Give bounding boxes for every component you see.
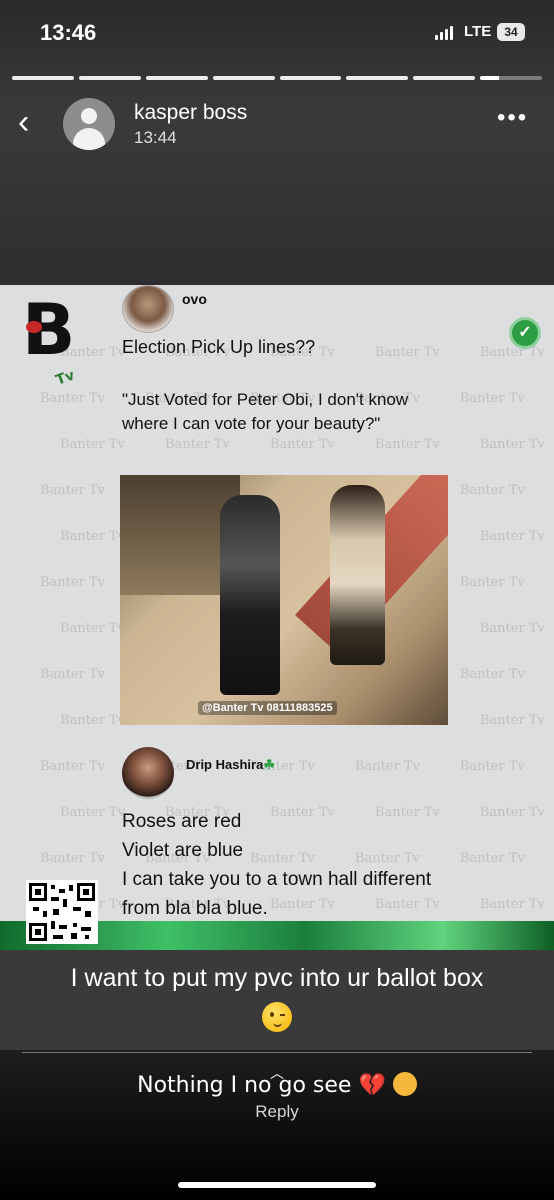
photo-caption: @Banter Tv 08111883525 <box>198 701 337 715</box>
story-progress-segment <box>78 76 141 80</box>
comment-line: from bla bla blue. <box>122 898 268 919</box>
watermark-text: Banter Tv <box>459 575 525 590</box>
story-caption-text: I want to put my pvc into ur ballot box <box>70 964 484 992</box>
back-chevron-icon[interactable]: ‹ <box>18 105 48 141</box>
battery-icon: 34 <box>497 23 525 41</box>
watermark-text: Banter Tv <box>60 529 125 544</box>
watermark-text: Banter Tv <box>269 437 335 452</box>
winking-face-icon <box>262 1002 292 1032</box>
chevron-up-icon[interactable]: ︿ <box>266 1066 288 1080</box>
emoji-eye-open <box>270 1012 274 1017</box>
avatar[interactable] <box>63 98 115 150</box>
emoji-mouth <box>273 1021 282 1027</box>
story-progress-segment <box>12 76 74 80</box>
watermark-text: Banter Tv <box>479 437 545 452</box>
story-progress-segment <box>346 76 409 80</box>
watermark-text: Banter Tv <box>60 437 125 452</box>
watermark-text: Banter Tv <box>374 345 440 360</box>
reply-message-text: Nothing I no go see <box>137 1073 352 1098</box>
logo-red-dot <box>26 321 42 333</box>
status-bar: 13:46 LTE 34 <box>0 0 554 70</box>
home-indicator[interactable] <box>178 1182 376 1188</box>
story-progress-bar <box>12 76 542 80</box>
watermark-text: Banter Tv <box>374 437 440 452</box>
more-options-icon[interactable]: ••• <box>497 106 528 130</box>
watermark-text: Banter Tv <box>164 437 230 452</box>
watermark-text: Banter Tv <box>479 713 545 728</box>
watermark-text: Banter Tv <box>354 759 420 774</box>
watermark-text: Banter Tv <box>479 621 545 636</box>
comment-text: Roses are red Violet are blue I can take y… <box>122 807 431 923</box>
watermark-text: Banter Tv <box>479 897 545 912</box>
watermark-text: Banter Tv <box>459 667 525 682</box>
watermark-row: Banter TvBanter TvBanter TvBanter TvBant… <box>40 759 554 774</box>
story-timestamp: 13:44 <box>134 128 177 147</box>
commenter-avatar <box>122 747 174 799</box>
comment-line: Roses are red <box>122 811 242 832</box>
battery-level: 34 <box>504 25 518 39</box>
story-username[interactable]: kasper boss <box>134 101 247 125</box>
clover-icon: ☘ <box>263 757 275 772</box>
story-progress-segment <box>480 76 542 80</box>
broken-heart-icon: 💔 <box>358 1073 386 1098</box>
commenter-name-text: Drip Hashira <box>186 757 264 772</box>
watermark-text: Banter Tv <box>40 575 105 590</box>
status-time: 13:46 <box>40 20 97 45</box>
banter-tv-logo: B Tv <box>22 293 82 389</box>
avatar-head-shape <box>81 108 97 124</box>
avatar-body-shape <box>73 128 105 150</box>
photo-woman <box>330 485 385 665</box>
watermark-text: Banter Tv <box>40 759 105 774</box>
watermark-text: Banter Tv <box>479 529 545 544</box>
watermark-text: Banter Tv <box>60 805 125 820</box>
comment-line: Violet are blue <box>122 840 244 861</box>
comment-line: I can take you to a town hall different <box>122 869 432 890</box>
watermark-row: Banter Tv Banter Tv Banter Tv Banter Tv Bant… <box>60 437 554 452</box>
watermark-text: Banter Tv <box>459 851 525 866</box>
watermark-text: Banter Tv <box>60 713 125 728</box>
watermark-text: Banter Tv <box>459 483 525 498</box>
watermark-text: Banter Tv <box>479 345 545 360</box>
watermark-text: Banter Tv <box>60 621 125 636</box>
story-progress-segment <box>279 76 342 80</box>
reply-button[interactable]: Reply <box>0 1102 554 1122</box>
network-type: LTE <box>464 23 492 40</box>
story-header: ‹ kasper boss 13:44 ••• <box>0 95 554 155</box>
story-progress-segment <box>212 76 275 80</box>
qr-code-graphic <box>29 883 95 941</box>
watermark-text: Banter Tv <box>479 805 545 820</box>
reply-divider <box>22 1052 532 1053</box>
watermark-text: Banter Tv <box>40 851 105 866</box>
post-quote: "Just Voted for Peter Obi, I don't know … <box>122 390 409 433</box>
post-photo: @Banter Tv 08111883525 <box>120 475 448 725</box>
watermark-text: Banter Tv <box>459 759 525 774</box>
qr-code-icon <box>26 880 98 944</box>
story-caption-band: I want to put my pvc into ur ballot box <box>0 950 554 1050</box>
story-progress-segment <box>413 76 476 80</box>
signal-icon <box>435 26 453 40</box>
shared-post-image: Banter Tv Banter Tv Banter Tv Banter Tv Bant… <box>0 285 554 950</box>
reply-area: Nothing I no go see 💔 ︿ Reply <box>0 1050 554 1200</box>
story-progress-segment <box>145 76 208 80</box>
watermark-text: Banter Tv <box>40 667 105 682</box>
photo-man <box>220 495 280 695</box>
watermark-text: Banter Tv <box>40 483 105 498</box>
poster-name: ovo <box>182 291 207 307</box>
emoji-eye-wink <box>280 1014 285 1016</box>
post-heading: Election Pick Up lines?? <box>122 337 316 357</box>
commenter-name: Drip Hashira☘ <box>186 757 275 773</box>
laughing-cat-icon <box>392 1072 417 1096</box>
watermark-text: Banter Tv <box>459 391 525 406</box>
verified-check-icon: ✓ <box>512 320 538 346</box>
story-progress-fill <box>480 76 499 80</box>
poster-avatar <box>122 285 174 333</box>
